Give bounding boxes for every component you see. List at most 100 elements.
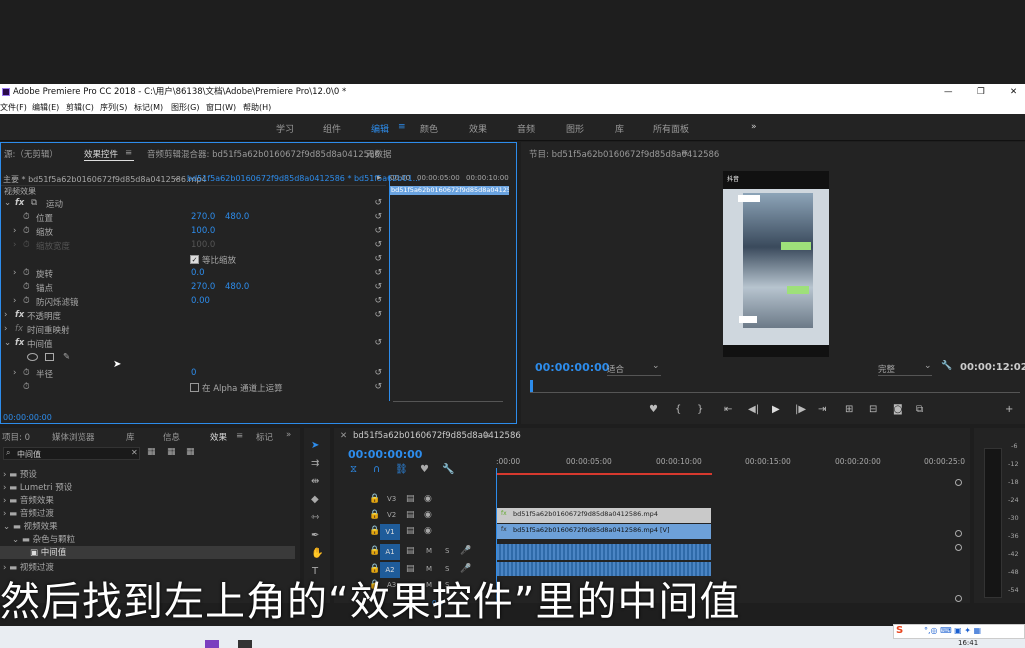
type-tool-icon[interactable]: T <box>312 566 318 577</box>
overflow-icon[interactable]: » <box>286 430 291 440</box>
eye-icon[interactable]: ◉ <box>424 526 432 536</box>
chevron-down-icon[interactable]: ⌄ <box>652 361 660 371</box>
yuv-effects-icon[interactable]: ▦ <box>186 447 195 457</box>
reset-icon[interactable]: ↺ <box>374 338 382 348</box>
workspace-editing[interactable]: 编辑 <box>371 122 389 135</box>
stopwatch-icon[interactable]: ⏱ <box>23 296 30 306</box>
reset-icon[interactable]: ↺ <box>374 254 382 264</box>
reset-icon[interactable]: ↺ <box>374 198 382 208</box>
solo-button[interactable]: S <box>445 565 449 573</box>
scale-row[interactable]: › ⏱ 缩放 100.0 ↺ <box>1 225 386 239</box>
lock-icon[interactable]: 🔒 <box>369 510 380 520</box>
stopwatch-icon[interactable]: ⏱ <box>23 368 30 378</box>
disclosure-icon[interactable]: › <box>13 368 16 378</box>
snap-icon[interactable]: ∩ <box>373 464 380 475</box>
workspace-libraries[interactable]: 库 <box>615 122 624 135</box>
flicker-value[interactable]: 0.00 <box>191 296 210 306</box>
mark-in-icon[interactable]: { <box>675 404 681 415</box>
timeline-ruler[interactable]: :00:00 00:00:05:00 00:00:10:00 00:00:15:… <box>496 456 965 475</box>
tab-effects[interactable]: 效果 <box>210 431 227 443</box>
tab-audio-clip-mixer[interactable]: 音频剪辑混合器: bd51f5a62b0160672f9d85d8a041258… <box>147 148 380 160</box>
menu-window[interactable]: 窗口(W) <box>206 101 236 114</box>
slip-tool-icon[interactable]: ⇿ <box>311 512 319 523</box>
clip-v1[interactable]: fx bd51f5a62b0160672f9d85d8a0412586.mp4 … <box>497 524 711 539</box>
disclosure-icon[interactable]: › <box>13 296 16 306</box>
maximize-button[interactable]: ❐ <box>977 84 985 101</box>
position-y-value[interactable]: 480.0 <box>225 212 249 222</box>
sync-lock-icon[interactable]: ▤ <box>406 526 415 536</box>
reset-icon[interactable]: ↺ <box>374 382 382 392</box>
reset-icon[interactable]: ↺ <box>374 240 382 250</box>
pen-tool-icon[interactable]: ✒ <box>311 530 319 541</box>
lock-icon[interactable]: 🔒 <box>369 564 380 574</box>
panel-menu-icon[interactable]: ≡ <box>236 431 243 441</box>
anchor-y-value[interactable]: 480.0 <box>225 282 249 292</box>
add-button-icon[interactable]: + <box>1005 404 1013 415</box>
fx-icon[interactable]: fx <box>15 338 24 348</box>
microphone-icon[interactable]: 🎤 <box>460 546 471 556</box>
hand-tool-icon[interactable]: ✋ <box>311 548 323 559</box>
chevron-down-icon[interactable]: ⌄ <box>173 173 181 183</box>
ec-clip-bar[interactable]: bd51f5a62b0160672f9d85d8a0412586 <box>389 186 509 195</box>
tab-library[interactable]: 库 <box>126 431 135 443</box>
menu-marker[interactable]: 标记(M) <box>134 101 163 114</box>
accelerated-effects-icon[interactable]: ▦ <box>147 447 156 457</box>
track-v1[interactable]: 🔒 V1 ▤ ◉ <box>334 524 494 540</box>
alpha-row[interactable]: ⏱ 在 Alpha 通道上运算 ↺ <box>1 381 386 395</box>
reset-icon[interactable]: ↺ <box>374 226 382 236</box>
workspace-effects[interactable]: 效果 <box>469 122 487 135</box>
tab-source[interactable]: 源:（无剪辑） <box>4 148 58 160</box>
menu-edit[interactable]: 编辑(E) <box>32 101 59 114</box>
lock-icon[interactable]: 🔒 <box>369 546 380 556</box>
scroll-handle-icon[interactable] <box>955 530 962 537</box>
tree-item[interactable]: › ▬ 视频过渡 <box>3 561 54 573</box>
disclosure-icon[interactable]: › <box>4 310 7 320</box>
position-x-value[interactable]: 270.0 <box>191 212 215 222</box>
stopwatch-icon[interactable]: ⏱ <box>23 268 30 278</box>
time-remap-row[interactable]: › fx 时间重映射 <box>1 323 386 337</box>
video-frame[interactable]: 抖音 <box>723 171 829 357</box>
program-timecode[interactable]: 00:00:00:00 <box>535 361 609 374</box>
uniform-scale-checkbox[interactable]: ✓ <box>190 255 199 264</box>
anchor-row[interactable]: ⏱ 锚点 270.0 480.0 ↺ <box>1 281 386 295</box>
lock-icon[interactable]: 🔒 <box>369 494 380 504</box>
ellipse-mask-icon[interactable] <box>27 353 38 361</box>
transform-icon[interactable]: ⧉ <box>31 198 37 208</box>
eye-icon[interactable]: ◉ <box>424 494 432 504</box>
position-row[interactable]: ⏱ 位置 270.0 480.0 ↺ <box>1 211 386 225</box>
disclosure-icon[interactable]: ⌄ <box>4 198 11 208</box>
disclosure-icon[interactable]: ⌄ <box>4 338 11 348</box>
audio-clip-a1[interactable] <box>497 544 711 560</box>
lock-icon[interactable]: 🔒 <box>369 526 380 536</box>
fx-icon[interactable]: fx <box>15 198 24 208</box>
disclosure-icon[interactable]: › <box>13 226 16 236</box>
ec-timeline-ruler[interactable]: 00:00 00:00:05:00 00:00:10:00 <box>388 172 514 186</box>
work-area-bar[interactable] <box>496 473 712 475</box>
track-v3[interactable]: 🔒 V3 ▤ ◉ <box>334 492 494 508</box>
workspace-learn[interactable]: 学习 <box>276 122 294 135</box>
extract-icon[interactable]: ⊟ <box>869 404 877 415</box>
workspace-graphics[interactable]: 图形 <box>566 122 584 135</box>
taskbar-app-icon[interactable] <box>205 640 219 648</box>
mute-button[interactable]: M <box>426 565 432 573</box>
tree-item-selected[interactable]: ▣ 中间值 <box>0 546 295 559</box>
go-to-out-icon[interactable]: ⇥ <box>818 404 826 415</box>
reset-icon[interactable]: ↺ <box>374 282 382 292</box>
workspace-audio[interactable]: 音频 <box>517 122 535 135</box>
rectangle-mask-icon[interactable] <box>45 353 54 361</box>
stopwatch-icon[interactable]: ⏱ <box>23 282 30 292</box>
radius-row[interactable]: › ⏱ 半径 0 ↺ <box>1 367 386 381</box>
export-frame-icon[interactable]: ◙ <box>893 404 903 415</box>
track-select-icon[interactable]: ⇉ <box>311 458 319 469</box>
effects-search-box[interactable]: ⌕ 中间值 ✕ <box>3 447 140 460</box>
add-marker-icon[interactable]: ♥ <box>420 464 429 475</box>
step-forward-icon[interactable]: |▶ <box>795 404 806 415</box>
wrench-icon[interactable]: 🔧 <box>941 361 952 371</box>
track-a2[interactable]: 🔒 A2 ▤ M S 🎤 <box>334 562 494 578</box>
close-sequence-icon[interactable]: ✕ <box>340 431 347 441</box>
sequence-clip-label[interactable]: bd51f5a62b0160672f9d85d8a0412586 * bd51f… <box>187 174 420 183</box>
timeline-settings-icon[interactable]: 🔧 <box>442 464 454 475</box>
motion-row[interactable]: ⌄ fx ⧉ 运动 ↺ <box>1 197 386 211</box>
nest-icon[interactable]: ⧖ <box>350 464 357 475</box>
mute-button[interactable]: M <box>426 547 432 555</box>
